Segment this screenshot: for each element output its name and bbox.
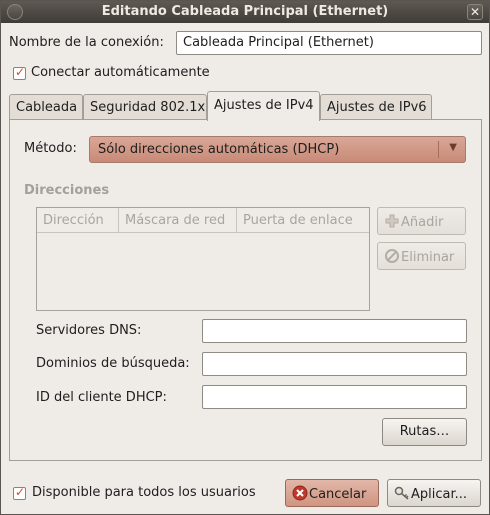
tab-ipv4-settings[interactable]: Ajustes de IPv4 [207,91,320,121]
title-bar[interactable]: Editando Cableada Principal (Ethernet) ✕ [1,1,489,23]
auto-connect-checkbox[interactable]: ✓ [13,65,26,80]
auto-connect-label: Conectar automáticamente [31,65,210,80]
all-users-checkbox[interactable]: ✓ [13,485,26,500]
dhcp-client-id-label: ID del cliente DHCP: [36,390,167,405]
tab-wired[interactable]: Cableada [9,94,83,120]
chevron-down-icon: ▼ [449,142,457,153]
delete-address-button[interactable]: Eliminar [377,242,466,270]
combo-separator [438,141,439,158]
method-combo[interactable]: Sólo direcciones automáticas (DHCP) ▼ [89,136,466,163]
connection-name-label: Nombre de la conexión: [9,35,164,50]
connection-name-input[interactable]: Cableada Principal (Ethernet) [176,31,482,55]
tab-security-8021x[interactable]: Seguridad 802.1x [83,94,207,120]
window-title: Editando Cableada Principal (Ethernet) [101,4,389,19]
delete-address-label: Eliminar [401,250,455,265]
method-value: Sólo direcciones automáticas (DHCP) [98,142,340,157]
cancel-button[interactable]: Cancelar [285,479,379,507]
column-header-netmask[interactable]: Máscara de red [119,208,237,233]
dns-servers-label: Servidores DNS: [36,323,142,338]
key-icon [394,486,409,500]
column-header-gateway[interactable]: Puerta de enlace [237,208,369,233]
add-address-label: Añadir [401,215,444,230]
routes-button[interactable]: Rutas… [382,418,467,446]
method-label: Método: [24,141,77,156]
delete-icon [385,249,399,263]
cancel-label: Cancelar [309,487,367,502]
tab-ipv6-settings[interactable]: Ajustes de IPv6 [320,94,432,120]
apply-label: Aplicar... [411,487,468,502]
close-button[interactable]: ✕ [467,4,483,20]
all-users-label: Disponible para todos los usuarios [32,485,256,500]
apply-button[interactable]: Aplicar... [387,479,481,507]
dhcp-client-id-input[interactable] [202,385,467,409]
addresses-heading: Direcciones [24,183,110,198]
column-header-address[interactable]: Dirección [37,208,119,233]
search-domains-label: Dominios de búsqueda: [36,356,190,371]
checkmark-icon: ✓ [15,65,26,79]
add-address-button[interactable]: Añadir [377,207,466,235]
dns-servers-input[interactable] [202,319,467,343]
search-domains-input[interactable] [202,352,467,376]
checkmark-icon: ✓ [15,485,26,499]
add-icon [385,214,399,228]
cancel-icon [292,485,308,501]
addresses-table[interactable]: Dirección Máscara de red Puerta de enlac… [36,207,370,311]
close-icon: ✕ [469,5,481,19]
connection-editor-window: Editando Cableada Principal (Ethernet) ✕… [0,0,490,515]
